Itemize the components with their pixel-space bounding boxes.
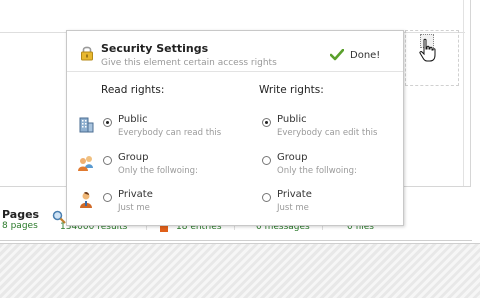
hand-cursor-icon [419, 38, 436, 62]
done-label: Done! [350, 49, 381, 61]
building-icon [79, 117, 94, 133]
read-group-radio[interactable] [103, 156, 112, 165]
option-description: Just me [277, 203, 309, 213]
user-icon [80, 191, 92, 208]
done-button[interactable]: Done! [330, 49, 380, 61]
option-label: Group [277, 152, 308, 163]
stat-pages[interactable]: Pages 8 pages [2, 208, 39, 231]
option-label: Public [118, 114, 148, 125]
option-label: Public [277, 114, 307, 125]
lock-icon [81, 46, 93, 61]
checkmark-icon [330, 49, 344, 61]
option-description: Everybody can read this [118, 128, 222, 138]
option-description: Only the follwoing: [118, 166, 198, 176]
popup-header: Security Settings Give this element cert… [67, 31, 403, 72]
read-private-radio[interactable] [103, 193, 112, 202]
background-pattern [0, 243, 480, 298]
write-rights-heading: Write rights: [259, 84, 324, 96]
stat-value: 8 pages [2, 221, 38, 231]
write-group-radio[interactable] [262, 156, 271, 165]
group-icon [78, 156, 93, 171]
read-public-radio[interactable] [103, 118, 112, 127]
stat-title: Pages [2, 208, 40, 221]
option-label: Private [277, 189, 312, 200]
option-description: Just me [118, 203, 150, 213]
option-label: Group [118, 152, 149, 163]
read-rights-heading: Read rights: [101, 84, 165, 96]
option-label: Private [118, 189, 153, 200]
option-description: Only the follwoing: [277, 166, 357, 176]
popup-title: Security Settings [101, 42, 209, 55]
write-public-radio[interactable] [262, 118, 271, 127]
popup-subtitle: Give this element certain access rights [101, 58, 277, 68]
security-settings-popup: Security Settings Give this element cert… [66, 30, 404, 226]
divider [463, 0, 464, 186]
write-private-radio[interactable] [262, 193, 271, 202]
option-description: Everybody can edit this [277, 128, 378, 138]
